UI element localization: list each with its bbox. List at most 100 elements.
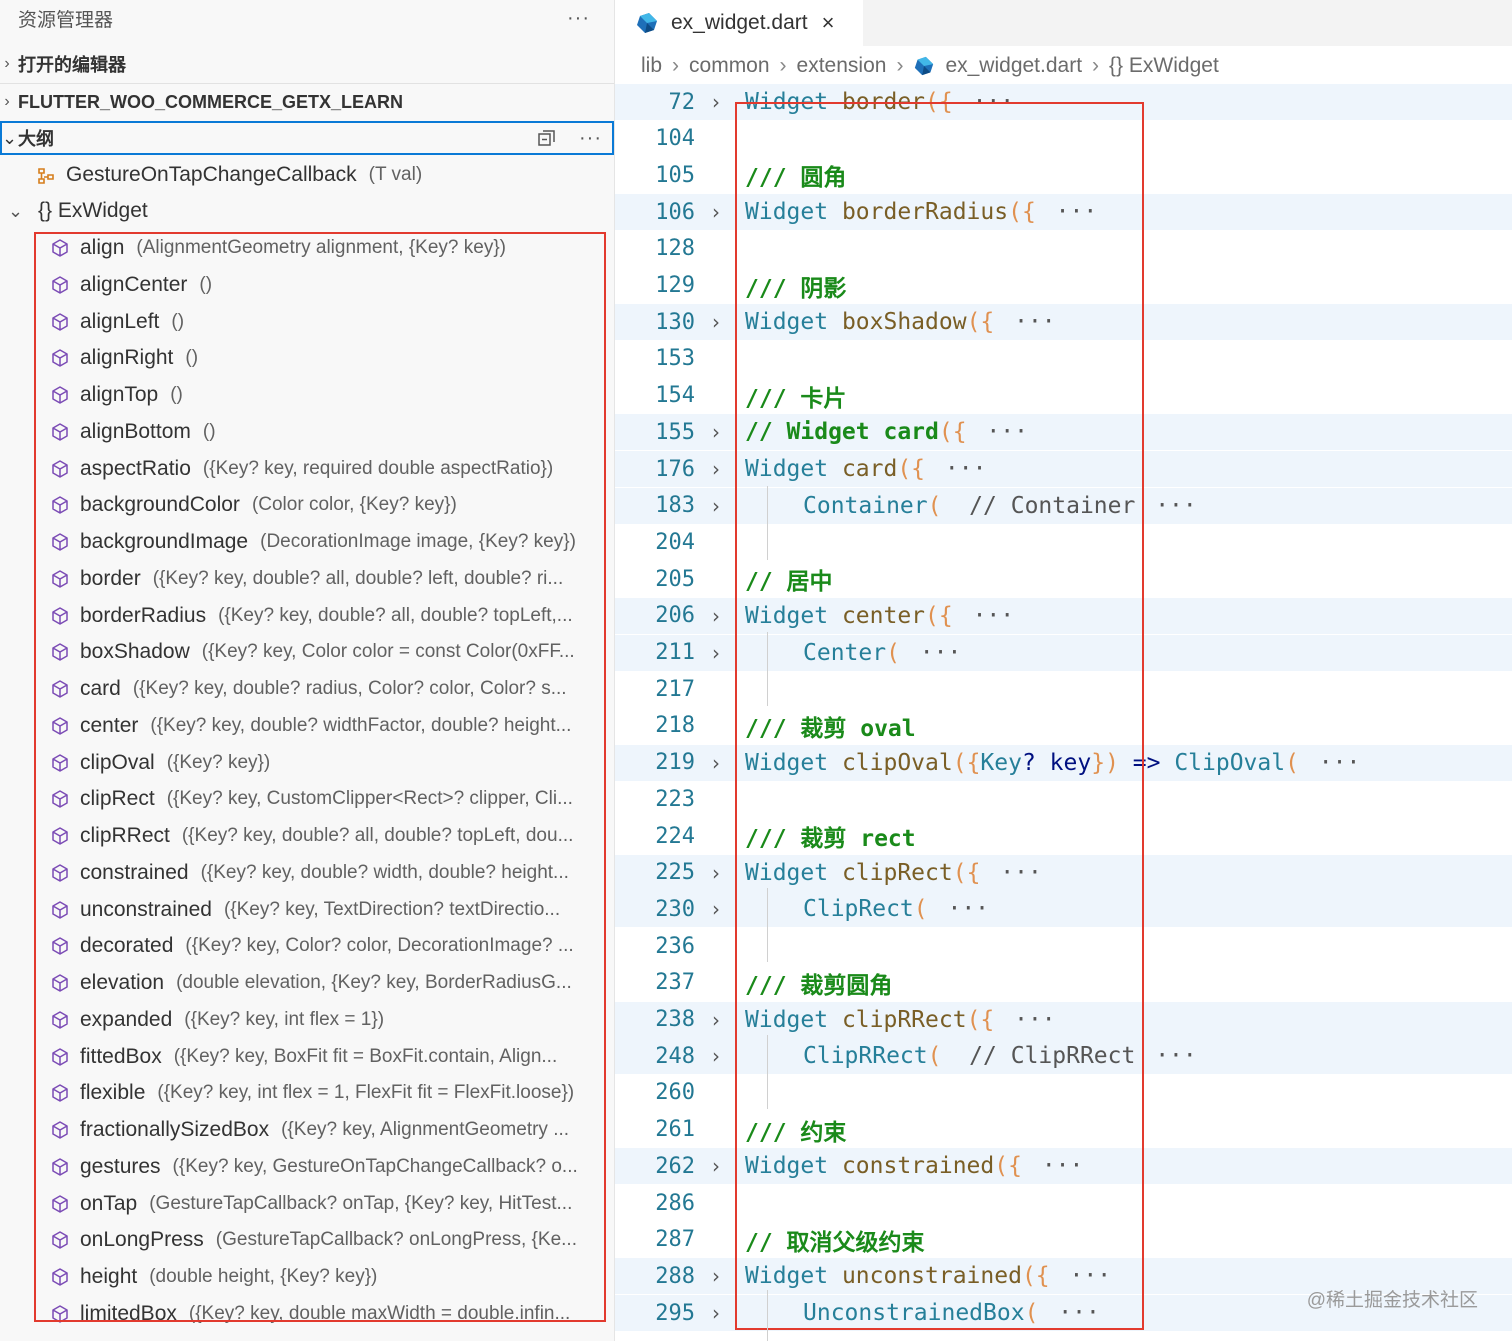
outline-method-item[interactable]: alignBottom () (0, 414, 614, 450)
code-token: unconstrained (841, 1263, 1022, 1290)
code-line[interactable]: 205 // 居中 (615, 561, 1512, 597)
method-icon (52, 349, 68, 367)
fold-chevron-icon[interactable]: › (695, 1264, 737, 1288)
outline-method-item[interactable]: constrained ({Key? key, double? width, do… (0, 855, 614, 891)
code-line[interactable]: 128 (615, 231, 1512, 267)
outline-method-item[interactable]: border ({Key? key, double? all, double? l… (0, 561, 614, 597)
fold-chevron-icon[interactable]: › (695, 1044, 737, 1068)
outline-method-item[interactable]: alignTop () (0, 377, 614, 413)
outline-method-item[interactable]: unconstrained ({Key? key, TextDirection? … (0, 892, 614, 928)
outline-method-item[interactable]: expanded ({Key? key, int flex = 1}) (0, 1002, 614, 1038)
outline-method-item[interactable]: backgroundColor (Color color, {Key? key}) (0, 487, 614, 523)
code-line[interactable]: 223 (615, 781, 1512, 817)
code-line[interactable]: 72 › Widget border({ ··· (615, 84, 1512, 120)
fold-chevron-icon[interactable]: › (695, 310, 737, 334)
code-line[interactable]: 211 › Center( ··· (615, 634, 1512, 671)
code-line[interactable]: 155 ›// Widget card({ ··· (615, 414, 1512, 451)
fold-chevron-icon[interactable]: › (695, 1154, 737, 1178)
outline-method-item[interactable]: fittedBox ({Key? key, BoxFit fit = BoxFit… (0, 1039, 614, 1075)
outline-method-item[interactable]: clipRect ({Key? key, CustomClipper<Rect>?… (0, 781, 614, 817)
outline-method-item[interactable]: card ({Key? key, double? radius, Color? c… (0, 671, 614, 707)
code-line[interactable]: 260 (615, 1075, 1512, 1111)
section-open-editors[interactable]: › 打开的编辑器 (0, 46, 614, 82)
code-line[interactable]: 105 /// 圆角 (615, 157, 1512, 193)
outline-method-item[interactable]: alignRight () (0, 340, 614, 376)
code-line[interactable]: 154 /// 卡片 (615, 378, 1512, 414)
code-line[interactable]: 248 › ClipRRect( // ClipRRect ··· (615, 1038, 1512, 1075)
outline-method-item[interactable]: elevation (double elevation, {Key? key, B… (0, 965, 614, 1001)
fold-chevron-icon[interactable]: › (695, 751, 737, 775)
code-line[interactable]: 129 /// 阴影 (615, 268, 1512, 304)
code-line[interactable]: 218 /// 裁剪 oval (615, 708, 1512, 744)
outline-method-item[interactable]: limitedBox ({Key? key, double maxWidth = … (0, 1296, 614, 1332)
code-line[interactable]: 204 (615, 524, 1512, 560)
line-number: 288 (655, 1263, 695, 1289)
breadcrumb-extension[interactable]: extension (797, 54, 887, 78)
code-line[interactable]: 206 › Widget center({ ··· (615, 597, 1512, 634)
outline-method-item[interactable]: alignCenter () (0, 267, 614, 303)
breadcrumb-common[interactable]: common (689, 54, 770, 78)
outline-method-item[interactable]: aspectRatio ({Key? key, required double a… (0, 451, 614, 487)
code-line[interactable]: 130 › Widget boxShadow({ ··· (615, 304, 1512, 341)
outline-method-item[interactable]: height (double height, {Key? key}) (0, 1259, 614, 1295)
outline-method-item[interactable]: decorated ({Key? key, Color? color, Decor… (0, 928, 614, 964)
section-project[interactable]: › FLUTTER_WOO_COMMERCE_GETX_LEARN (0, 84, 614, 120)
code-line[interactable]: 238 › Widget clipRRect({ ··· (615, 1001, 1512, 1038)
outline-method-item[interactable]: center ({Key? key, double? widthFactor, d… (0, 708, 614, 744)
section-outline[interactable]: ⌄ 大纲 ··· (0, 121, 614, 155)
code-token: ClipRRect (803, 1043, 928, 1070)
code-line[interactable]: 261 /// 约束 (615, 1112, 1512, 1148)
fold-chevron-icon[interactable]: › (695, 1008, 737, 1032)
outline-method-item[interactable]: gestures ({Key? key, GestureOnTapChangeCa… (0, 1149, 614, 1185)
breadcrumb-symbol[interactable]: {} ExWidget (1109, 54, 1219, 78)
fold-chevron-icon[interactable]: › (695, 200, 737, 224)
outline-method-item[interactable]: onLongPress (GestureTapCallback? onLongPr… (0, 1222, 614, 1258)
outline-method-item[interactable]: alignLeft () (0, 304, 614, 340)
code-line[interactable]: 286 (615, 1185, 1512, 1221)
code-token: borderRadius (841, 199, 1009, 226)
fold-chevron-icon[interactable]: › (695, 604, 737, 628)
outline-method-item[interactable]: onTap (GestureTapCallback? onTap, {Key? k… (0, 1186, 614, 1222)
code-line[interactable]: 237 /// 裁剪圆角 (615, 965, 1512, 1001)
breadcrumb-file[interactable]: ex_widget.dart (945, 54, 1082, 78)
code-line[interactable]: 224 /// 裁剪 rect (615, 818, 1512, 854)
code-line[interactable]: 236 (615, 928, 1512, 964)
code-line[interactable]: 225 › Widget clipRect({ ··· (615, 854, 1512, 891)
outline-more-icon[interactable]: ··· (579, 127, 602, 150)
fold-chevron-icon[interactable]: › (695, 457, 737, 481)
code-line[interactable]: 217 (615, 671, 1512, 707)
close-icon[interactable]: × (822, 10, 835, 36)
outline-method-item[interactable]: flexible ({Key? key, int flex = 1, FlexFi… (0, 1075, 614, 1111)
code-line[interactable]: 104 (615, 121, 1512, 157)
breadcrumb-lib[interactable]: lib (641, 54, 662, 78)
collapse-all-icon[interactable] (537, 128, 557, 148)
code-line[interactable]: 106 › Widget borderRadius({ ··· (615, 194, 1512, 231)
code-line[interactable]: 262 › Widget constrained({ ··· (615, 1148, 1512, 1185)
outline-method-item[interactable]: backgroundImage (DecorationImage image, {… (0, 524, 614, 560)
fold-chevron-icon[interactable]: › (695, 494, 737, 518)
outline-method-item[interactable]: boxShadow ({Key? key, Color color = const… (0, 634, 614, 670)
code-line[interactable]: 287 // 取消父级约束 (615, 1222, 1512, 1258)
code-line[interactable]: 219 › Widget clipOval({Key? key}) => ClipO… (615, 744, 1512, 781)
fold-chevron-icon[interactable]: › (695, 861, 737, 885)
outline-method-item[interactable]: borderRadius ({Key? key, double? all, dou… (0, 598, 614, 634)
code-line[interactable]: 230 › ClipRect( ··· (615, 891, 1512, 928)
code-token: ( (1285, 749, 1299, 776)
code-line[interactable]: 183 › Container( // Container ··· (615, 487, 1512, 524)
fold-chevron-icon[interactable]: › (695, 897, 737, 921)
fold-chevron-icon[interactable]: › (695, 641, 737, 665)
code-line[interactable]: 176 › Widget card({ ··· (615, 451, 1512, 487)
outline-method-item[interactable]: clipRRect ({Key? key, double? all, double… (0, 818, 614, 854)
code-line[interactable]: 153 (615, 341, 1512, 377)
fold-chevron-icon[interactable]: › (695, 1301, 737, 1325)
fold-chevron-icon[interactable]: › (695, 90, 737, 114)
outline-item-class[interactable]: ⌄ {} ExWidget (0, 193, 614, 229)
method-signature: ({Key? key, double maxWidth = double.inf… (188, 1302, 571, 1324)
tab-ex-widget[interactable]: ex_widget.dart × (615, 0, 863, 46)
more-actions-icon[interactable]: ··· (567, 7, 590, 30)
outline-method-item[interactable]: clipOval ({Key? key}) (0, 745, 614, 781)
fold-chevron-icon[interactable]: › (695, 420, 737, 444)
outline-item-typedef[interactable]: GestureOnTapChangeCallback (T val) (0, 157, 614, 193)
outline-method-item[interactable]: fractionallySizedBox ({Key? key, Alignmen… (0, 1112, 614, 1148)
outline-method-item[interactable]: align (AlignmentGeometry alignment, {Key?… (0, 230, 614, 266)
